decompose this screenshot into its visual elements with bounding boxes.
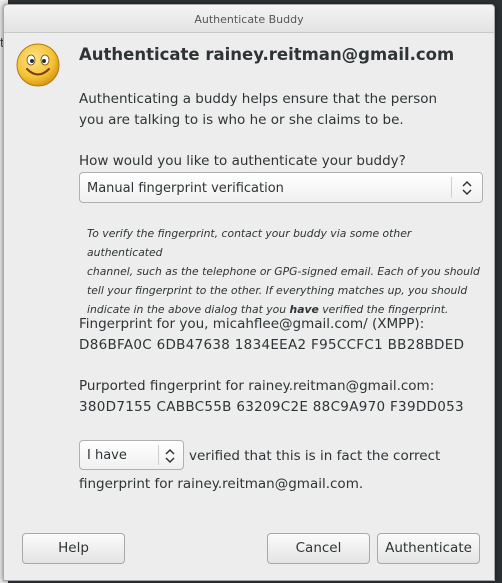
buddy-fingerprint-value: 380D7155 CABBC55B 63209C2E 88C9A970 F39D… <box>79 399 464 415</box>
up-down-arrows-icon <box>165 448 175 464</box>
dropdown-separator <box>158 445 159 465</box>
instructions-line: channel, such as the telephone or GPG-si… <box>87 265 480 278</box>
help-button[interactable]: Help <box>22 533 125 564</box>
intro-text: Authenticating a buddy helps ensure that… <box>79 91 438 128</box>
verified-statement-text: fingerprint for rainey.reitman@gmail.com… <box>79 476 364 492</box>
auth-method-dropdown[interactable]: Manual fingerprint verification <box>79 172 483 203</box>
dropdown-separator <box>451 177 452 198</box>
your-fingerprint-label: Fingerprint for you, micahflee@gmail.com… <box>79 316 425 332</box>
title-bar[interactable]: Authenticate Buddy <box>4 5 494 33</box>
instructions-line: tell your fingerprint to the other. If e… <box>87 284 468 297</box>
authenticate-buddy-dialog: Authenticate Buddy Authenticate rainey.r… <box>3 4 495 581</box>
authenticate-button[interactable]: Authenticate <box>377 533 480 564</box>
instructions-line: To verify the fingerprint, contact your … <box>87 227 412 259</box>
smiley-face-icon <box>16 43 60 87</box>
dialog-heading: Authenticate rainey.reitman@gmail.com <box>79 45 455 64</box>
verified-statement-text: verified that this is in fact the correc… <box>189 448 441 464</box>
verified-status-value: I have <box>87 448 127 463</box>
verified-status-dropdown[interactable]: I have <box>79 440 184 470</box>
up-down-arrows-icon <box>462 180 472 196</box>
buddy-fingerprint-label: Purported fingerprint for rainey.reitman… <box>79 378 435 394</box>
auth-method-question: How would you like to authenticate your … <box>79 153 406 169</box>
cancel-button[interactable]: Cancel <box>267 533 370 564</box>
auth-method-value: Manual fingerprint verification <box>87 181 284 196</box>
verification-instructions: To verify the fingerprint, contact your … <box>87 224 482 319</box>
window-title: Authenticate Buddy <box>194 13 304 26</box>
your-fingerprint-value: D86BFA0C 6DB47638 1834EEA2 F95CCFC1 BB28… <box>79 337 465 353</box>
